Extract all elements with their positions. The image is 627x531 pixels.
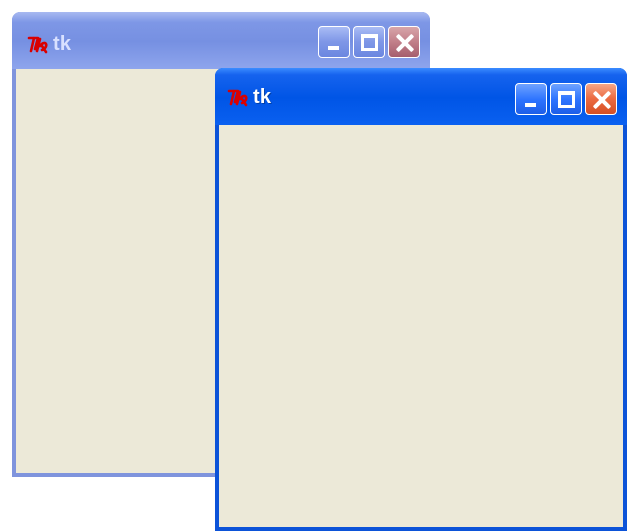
window-controls bbox=[515, 83, 617, 115]
minimize-button[interactable] bbox=[318, 26, 350, 58]
close-button[interactable] bbox=[388, 26, 420, 58]
close-icon bbox=[395, 33, 415, 53]
minimize-button[interactable] bbox=[515, 83, 547, 115]
window-controls bbox=[318, 26, 420, 58]
desktop: tk tk bbox=[0, 0, 627, 531]
minimize-icon bbox=[525, 103, 536, 107]
maximize-icon bbox=[558, 91, 575, 108]
maximize-button[interactable] bbox=[550, 83, 582, 115]
tk-icon bbox=[27, 34, 49, 54]
maximize-button[interactable] bbox=[353, 26, 385, 58]
window-client-area[interactable] bbox=[219, 125, 623, 527]
window-title: tk bbox=[53, 33, 72, 55]
tk-icon bbox=[227, 87, 249, 107]
window-titlebar[interactable]: tk bbox=[12, 12, 430, 69]
close-icon bbox=[592, 90, 612, 110]
tk-window-foreground[interactable]: tk bbox=[215, 68, 627, 531]
close-button[interactable] bbox=[585, 83, 617, 115]
maximize-icon bbox=[361, 34, 378, 51]
window-titlebar[interactable]: tk bbox=[215, 68, 627, 125]
window-title: tk bbox=[253, 86, 272, 108]
minimize-icon bbox=[328, 46, 339, 50]
